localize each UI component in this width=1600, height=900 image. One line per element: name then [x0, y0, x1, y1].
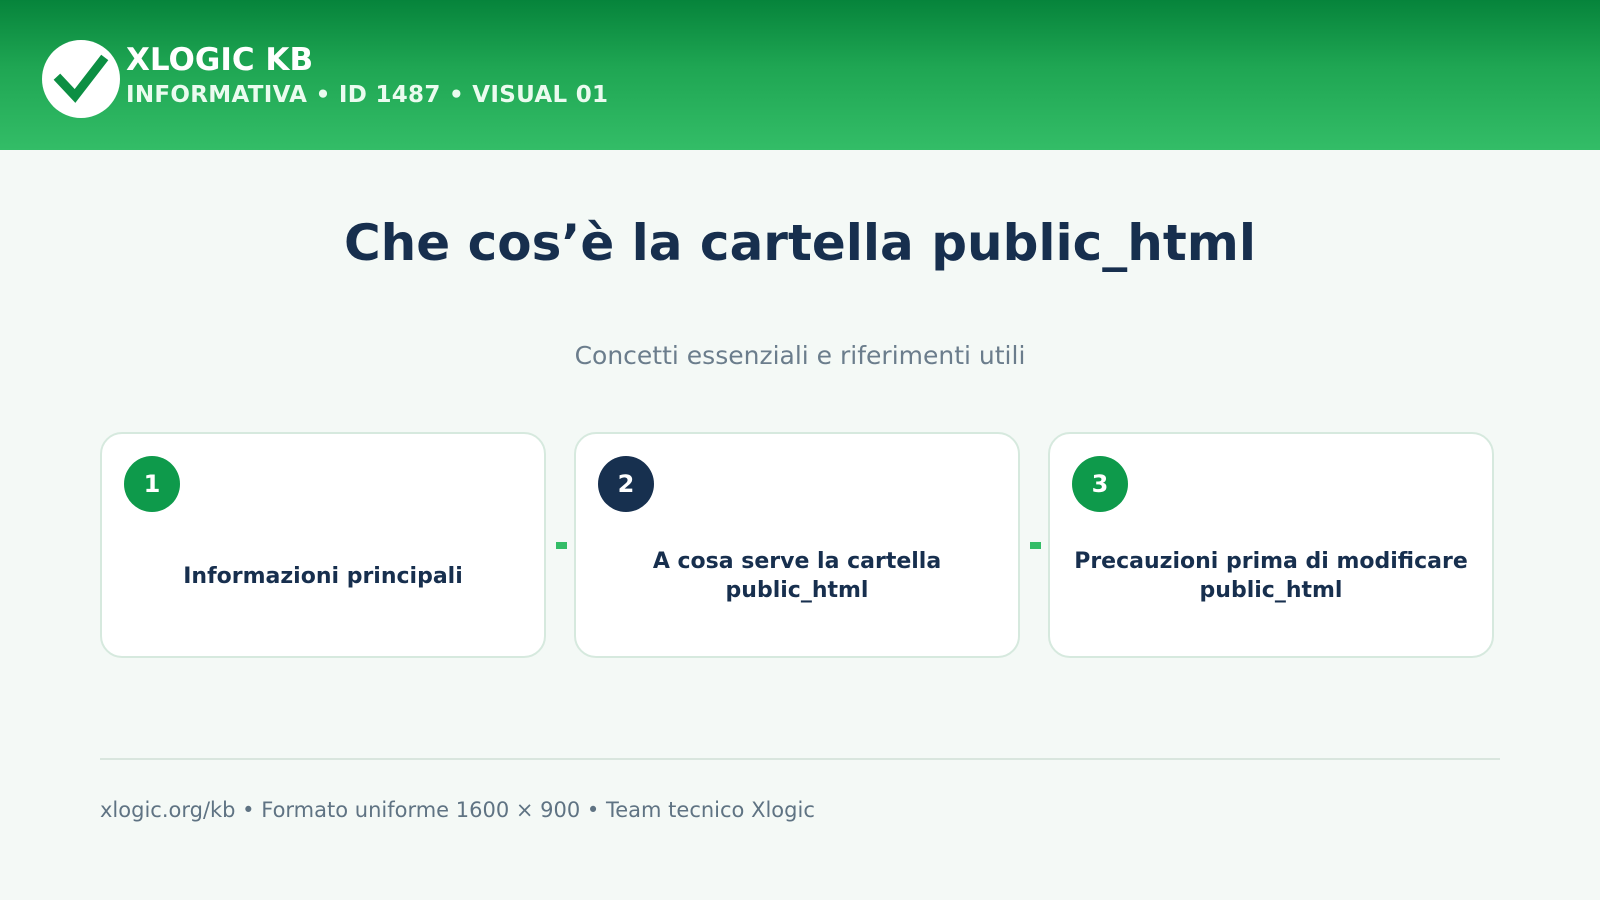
footer-divider — [100, 758, 1500, 760]
step-text-3: Precauzioni prima di modificare public_h… — [1074, 549, 1468, 603]
check-icon — [53, 54, 109, 103]
step-connector — [556, 542, 567, 549]
page-subtitle: Concetti essenziali e riferimenti utili — [574, 341, 1026, 370]
brand-subtitle: INFORMATIVA • ID 1487 • VISUAL 01 — [126, 82, 609, 108]
step-badge-1: 1 — [124, 456, 180, 512]
page-title: Che cos’è la cartella public_html — [343, 214, 1257, 272]
step-card-3: 3 Precauzioni prima di modificare public… — [1048, 432, 1494, 658]
step-card-1: 1 Informazioni principali — [100, 432, 546, 658]
header-bar: XLOGIC KB INFORMATIVA • ID 1487 • VISUAL… — [0, 0, 1600, 150]
footer-text: xlogic.org/kb • Formato uniforme 1600 × … — [100, 798, 815, 822]
logo — [42, 40, 120, 118]
step-badge-2: 2 — [598, 456, 654, 512]
step-text-2: A cosa serve la cartella public_html — [652, 549, 942, 603]
step-text-1: Informazioni principali — [183, 563, 463, 589]
brand-title: XLOGIC KB — [126, 42, 314, 78]
step-badge-3: 3 — [1072, 456, 1128, 512]
step-card-2: 2 A cosa serve la cartella public_html — [574, 432, 1020, 658]
step-connector — [1030, 542, 1041, 549]
